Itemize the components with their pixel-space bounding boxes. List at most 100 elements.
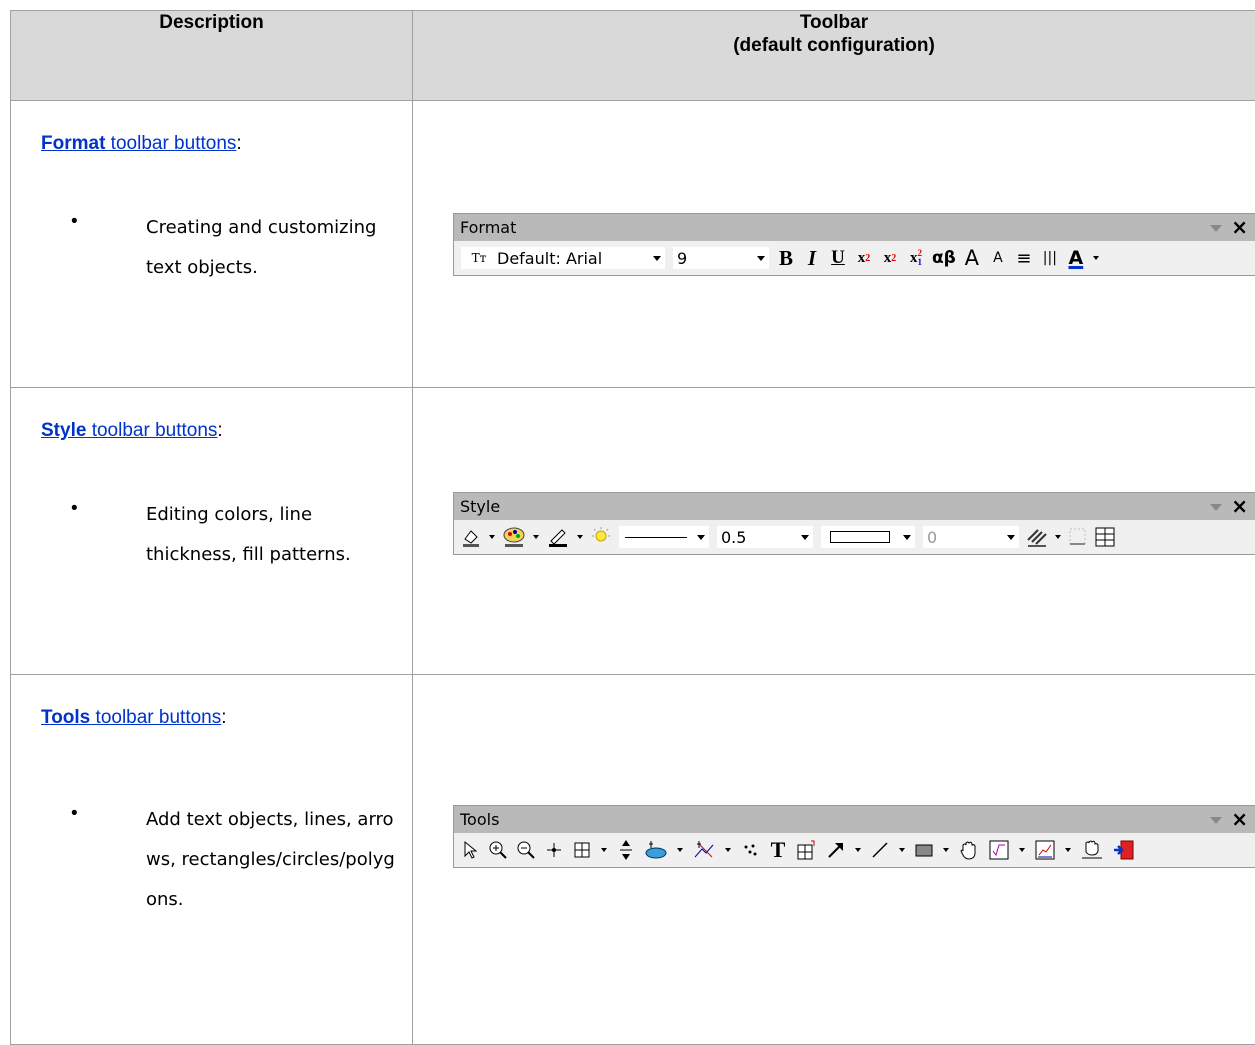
zoom-out-icon[interactable] — [516, 838, 536, 862]
italic-icon[interactable]: I — [802, 246, 822, 270]
line-color-icon[interactable] — [546, 525, 570, 549]
header-toolbar: Toolbar (default configuration) — [413, 11, 1255, 101]
chevron-down-icon[interactable] — [1054, 535, 1062, 539]
format-toolbar-link[interactable]: Format toolbar buttons — [41, 133, 236, 154]
bold-icon[interactable]: B — [776, 246, 796, 270]
font-size-value: 9 — [673, 249, 753, 268]
mask-points-icon[interactable] — [692, 838, 716, 862]
screen-reader-icon[interactable] — [544, 838, 564, 862]
subscript-icon[interactable]: x2 — [880, 246, 900, 270]
data-reader-icon[interactable] — [572, 838, 592, 862]
color-palette-icon[interactable] — [502, 525, 526, 549]
close-icon[interactable]: × — [1231, 493, 1248, 520]
chevron-down-icon[interactable] — [854, 848, 862, 852]
style-toolbar-title: Style — [460, 497, 500, 516]
tools-toolbar-title: Tools — [460, 810, 499, 829]
graph-object-icon[interactable] — [1034, 838, 1056, 862]
toolbar-options-icon[interactable] — [1210, 225, 1222, 232]
style-toolbar-window: Style × — [453, 492, 1255, 555]
transparency-value: 0 — [923, 528, 1003, 547]
light-bulb-icon[interactable] — [590, 525, 612, 549]
style-description-cell: Style toolbar buttons: • Editing colors,… — [11, 388, 413, 675]
zoom-in-icon[interactable] — [488, 838, 508, 862]
move-hand-icon[interactable] — [1080, 838, 1104, 862]
rectangle-sample-icon — [821, 531, 899, 543]
chevron-down-icon — [1003, 526, 1019, 548]
tools-link-line: Tools toolbar buttons: — [41, 707, 227, 729]
spacing-icon[interactable]: ||| — [1040, 246, 1060, 270]
pattern-icon[interactable] — [1026, 525, 1048, 549]
tools-toolbar-titlebar[interactable]: Tools × — [454, 806, 1255, 833]
equation-icon[interactable] — [988, 838, 1010, 862]
close-icon[interactable]: × — [1231, 214, 1248, 241]
chevron-down-icon[interactable] — [488, 535, 496, 539]
style-toolbar-link[interactable]: Style toolbar buttons — [41, 420, 217, 441]
chevron-down-icon — [797, 526, 813, 548]
insert-label-icon[interactable] — [796, 838, 818, 862]
text-tool-icon[interactable]: T — [768, 838, 788, 862]
greek-icon[interactable]: αβ — [932, 246, 956, 270]
format-toolbar-titlebar[interactable]: Format × — [454, 214, 1255, 241]
hand-icon[interactable] — [958, 838, 980, 862]
font-select[interactable]: Tт Default: Arial — [460, 246, 666, 270]
style-toolbar-titlebar[interactable]: Style × — [454, 493, 1255, 520]
fill-color-icon[interactable] — [460, 525, 482, 549]
close-icon[interactable]: × — [1231, 806, 1248, 833]
style-toolbar-cell: Style × — [413, 388, 1255, 675]
transparency-select[interactable]: 0 — [922, 525, 1020, 549]
line-style-select[interactable] — [618, 525, 710, 549]
supsub-icon[interactable]: x21 — [906, 246, 926, 270]
font-type-icon: Tт — [461, 251, 497, 265]
tools-description-cell: Tools toolbar buttons: • Add text object… — [11, 675, 413, 1045]
chevron-down-icon[interactable] — [1018, 848, 1026, 852]
line-width-select[interactable]: 0.5 — [716, 525, 814, 549]
data-cursor-icon[interactable] — [616, 838, 636, 862]
toolbar-options-icon[interactable] — [1210, 504, 1222, 511]
chevron-down-icon[interactable] — [1092, 256, 1100, 260]
chevron-down-icon[interactable] — [676, 848, 684, 852]
format-description-cell: Format toolbar buttons: • Creating and c… — [11, 101, 413, 388]
chevron-down-icon[interactable] — [600, 848, 608, 852]
chevron-down-icon — [753, 247, 769, 269]
tools-toolbar-cell: Tools × T — [413, 675, 1255, 1045]
format-bullet-text: Creating and customizing text objects. — [146, 208, 396, 288]
tools-toolbar-window: Tools × T — [453, 805, 1255, 868]
pointer-icon[interactable] — [460, 838, 480, 862]
bullet-dot: • — [71, 803, 78, 825]
toolbar-options-icon[interactable] — [1210, 817, 1222, 824]
border-style-select[interactable] — [820, 525, 916, 549]
scatter-points-icon[interactable] — [740, 838, 760, 862]
chevron-down-icon[interactable] — [532, 535, 540, 539]
header-description: Description — [11, 11, 413, 101]
style-toolbar-row: 0.5 0 — [454, 520, 1255, 554]
chevron-down-icon[interactable] — [1064, 848, 1072, 852]
rectangle-tool-icon[interactable] — [914, 838, 934, 862]
chevron-down-icon[interactable] — [724, 848, 732, 852]
chevron-down-icon — [649, 247, 665, 269]
table-icon[interactable] — [1094, 525, 1116, 549]
chevron-down-icon[interactable] — [942, 848, 950, 852]
line-tool-icon[interactable] — [870, 838, 890, 862]
region-select-icon[interactable] — [644, 838, 668, 862]
toolbar-reference-table: Description Toolbar (default configurati… — [10, 10, 1255, 1045]
format-toolbar-title: Format — [460, 218, 516, 237]
chevron-down-icon[interactable] — [576, 535, 584, 539]
line-width-value: 0.5 — [717, 528, 797, 547]
arrow-tool-icon[interactable] — [826, 838, 846, 862]
format-toolbar-window: Format × Tт Default: Arial 9 B I — [453, 213, 1255, 276]
align-left-icon[interactable]: ≡ — [1014, 246, 1034, 270]
chevron-down-icon[interactable] — [898, 848, 906, 852]
decrease-font-icon[interactable]: A — [988, 246, 1008, 270]
tools-toolbar-link[interactable]: Tools toolbar buttons — [41, 707, 221, 728]
line-sample-icon — [619, 537, 693, 538]
underline-icon[interactable]: U — [828, 246, 848, 270]
font-select-value: Default: Arial — [497, 249, 649, 268]
grid-icon[interactable] — [1068, 525, 1088, 549]
chevron-down-icon — [899, 526, 915, 548]
font-color-icon[interactable]: A — [1066, 246, 1086, 270]
superscript-icon[interactable]: x2 — [854, 246, 874, 270]
style-bullet-text: Editing colors, line thickness, fill pat… — [146, 495, 396, 575]
font-size-select[interactable]: 9 — [672, 246, 770, 270]
increase-font-icon[interactable]: A — [962, 246, 982, 270]
exit-icon[interactable] — [1112, 838, 1136, 862]
